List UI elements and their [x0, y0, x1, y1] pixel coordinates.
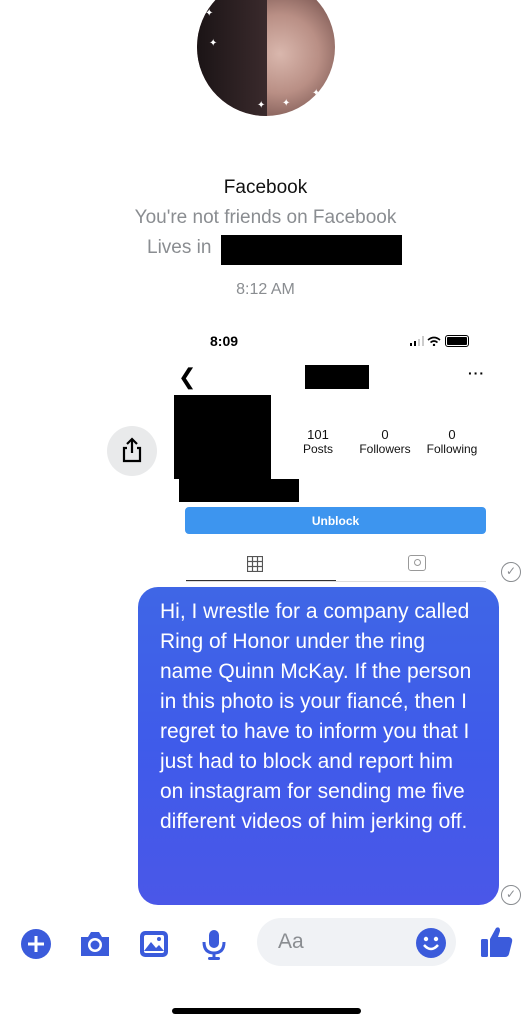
tagged-icon[interactable] — [408, 555, 426, 571]
redacted-location — [221, 235, 402, 265]
redacted-username — [305, 365, 369, 389]
stat-followers[interactable]: 0 Followers — [350, 427, 420, 456]
redacted-display-name — [179, 479, 299, 502]
gallery-icon[interactable] — [137, 927, 171, 961]
profile-name: Facebook — [223, 177, 308, 198]
share-icon — [122, 436, 142, 462]
message-timestamp: 8:12 AM — [236, 281, 295, 298]
seen-check-icon: ✓ — [501, 885, 521, 905]
mic-icon[interactable] — [197, 927, 231, 961]
active-tab-indicator — [186, 580, 336, 581]
stat-posts[interactable]: 101 Posts — [283, 427, 353, 456]
tab-divider — [186, 581, 486, 582]
unblock-button[interactable]: Unblock — [185, 507, 486, 534]
back-chevron-icon[interactable]: ❮ — [178, 364, 196, 390]
home-indicator — [172, 1008, 361, 1014]
camera-icon[interactable] — [78, 927, 112, 961]
seen-check-icon: ✓ — [501, 562, 521, 582]
emoji-icon[interactable] — [414, 926, 448, 960]
stat-following[interactable]: 0 Following — [417, 427, 487, 456]
more-icon[interactable]: ··· — [468, 365, 485, 381]
plus-icon[interactable] — [19, 927, 53, 961]
like-icon[interactable] — [479, 924, 515, 960]
embedded-status-time: 8:09 — [210, 333, 239, 349]
message-input-placeholder: Aa — [278, 930, 304, 953]
redacted-profile-picture — [174, 395, 271, 479]
wifi-icon — [427, 336, 441, 347]
message-bubble[interactable]: Hi, I wrestle for a company called Ring … — [138, 587, 499, 905]
friend-status: You're not friends on Facebook — [134, 207, 397, 228]
grid-icon[interactable] — [247, 556, 263, 572]
signal-icon — [410, 335, 424, 346]
profile-avatar: ✦ ✦ ✦ ✦ ✦ — [197, 0, 335, 116]
lives-in-label: Lives in — [147, 237, 212, 258]
battery-icon — [444, 334, 469, 347]
embedded-status-icons — [410, 333, 469, 347]
share-button[interactable] — [107, 426, 157, 476]
